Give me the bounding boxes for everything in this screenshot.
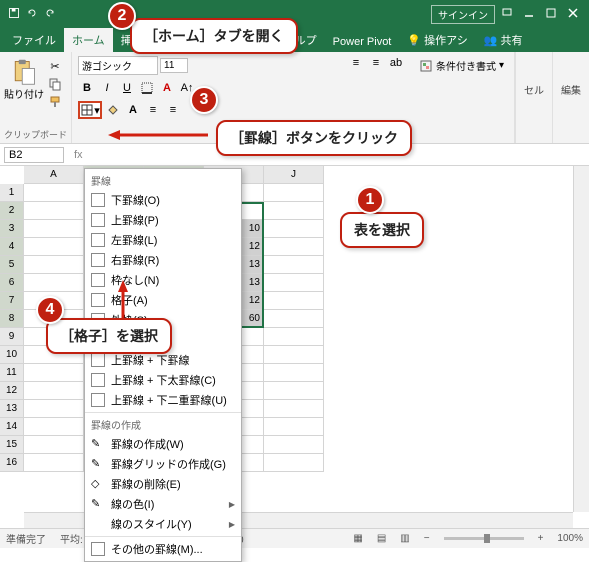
undo-icon[interactable] — [26, 7, 38, 22]
border-top-double-item[interactable]: 上罫線 + 下二重罫線(U) — [85, 390, 241, 410]
fill-color-button[interactable] — [104, 101, 122, 119]
badge-4: 4 — [36, 296, 64, 324]
callout-3: ［罫線］ボタンをクリック — [216, 120, 412, 156]
close-icon[interactable] — [567, 7, 579, 22]
tab-powerpivot[interactable]: Power Pivot — [325, 32, 400, 52]
callout-1: 表を選択 — [340, 212, 424, 248]
border-draw-grid-item[interactable]: ✎罫線グリッドの作成(G) — [85, 454, 241, 474]
row-headers[interactable]: 12345678910111213141516 — [0, 184, 24, 472]
status-ready: 準備完了 — [6, 531, 46, 546]
badge-1: 1 — [356, 186, 384, 214]
view-layout-icon[interactable]: ▤ — [377, 533, 386, 544]
border-erase-item[interactable]: ◇罫線の削除(E) — [85, 474, 241, 494]
cell-group[interactable]: セル — [515, 52, 552, 143]
font-name-select[interactable]: 游ゴシック — [78, 56, 158, 75]
tab-file[interactable]: ファイル — [4, 28, 64, 52]
border-button[interactable] — [138, 79, 156, 97]
border-top-item[interactable]: 上罫線(P) — [85, 210, 241, 230]
border-none-item[interactable]: 枠なし(N) — [85, 270, 241, 290]
tab-share[interactable]: 👥 共有 — [476, 28, 531, 52]
underline-button[interactable]: U — [118, 79, 136, 97]
wrap-text-icon[interactable]: ab — [387, 54, 405, 72]
clipboard-group-label: クリップボード — [4, 126, 67, 141]
zoom-in-icon[interactable]: + — [538, 533, 544, 544]
cut-icon[interactable]: ✂ — [46, 58, 64, 74]
edit-group[interactable]: 編集 — [552, 52, 589, 143]
border-more-item[interactable]: その他の罫線(M)... — [85, 539, 241, 559]
align-center-icon[interactable]: ≡ — [164, 101, 182, 119]
align-left-icon[interactable]: ≡ — [144, 101, 162, 119]
border-grid-item[interactable]: 格子(A) — [85, 290, 241, 310]
border-style-item[interactable]: 線のスタイル(Y)▶ — [85, 514, 241, 534]
tab-home[interactable]: ホーム — [64, 28, 113, 52]
tab-tellme[interactable]: 💡 操作アシ — [399, 28, 475, 52]
save-icon[interactable] — [8, 7, 20, 22]
format-painter-icon[interactable] — [46, 94, 64, 110]
dropdown-section-draw: 罫線の作成 — [85, 415, 241, 434]
callout-4: ［格子］を選択 — [46, 318, 172, 354]
badge-2: 2 — [108, 2, 136, 30]
dropdown-section-label: 罫線 — [85, 171, 241, 190]
minimize-icon[interactable] — [523, 7, 535, 22]
border-dropdown-button[interactable]: ▾ — [78, 101, 102, 119]
view-normal-icon[interactable]: ▦ — [353, 533, 362, 544]
vertical-scrollbar[interactable] — [573, 166, 589, 512]
conditional-format-button[interactable]: 条件付き書式▾ — [413, 54, 510, 77]
font-color-button-2[interactable]: A — [124, 101, 142, 119]
arrow-4 — [116, 280, 130, 320]
border-draw-item[interactable]: ✎罫線の作成(W) — [85, 434, 241, 454]
bold-button[interactable]: B — [78, 79, 96, 97]
badge-3: 3 — [190, 86, 218, 114]
paste-button[interactable]: 貼り付け — [4, 54, 44, 110]
align-top-icon[interactable]: ≡ — [347, 54, 365, 72]
callout-2: ［ホーム］タブを開く — [130, 18, 298, 54]
italic-button[interactable]: I — [98, 79, 116, 97]
zoom-slider[interactable] — [444, 537, 524, 540]
border-color-item[interactable]: ✎線の色(I)▶ — [85, 494, 241, 514]
zoom-out-icon[interactable]: − — [424, 533, 430, 544]
align-mid-icon[interactable]: ≡ — [367, 54, 385, 72]
zoom-level[interactable]: 100% — [557, 533, 583, 544]
signin-button[interactable]: サインイン — [431, 5, 495, 24]
name-box[interactable] — [4, 147, 64, 163]
border-left-item[interactable]: 左罫線(L) — [85, 230, 241, 250]
border-top-thick-item[interactable]: 上罫線 + 下太罫線(C) — [85, 370, 241, 390]
arrow-3 — [108, 128, 208, 142]
fx-icon[interactable]: fx — [68, 149, 89, 161]
redo-icon[interactable] — [44, 7, 56, 22]
border-bottom-item[interactable]: 下罫線(O) — [85, 190, 241, 210]
font-size-select[interactable]: 11 — [160, 58, 188, 73]
ribbon-options-icon[interactable] — [501, 7, 513, 22]
maximize-icon[interactable] — [545, 7, 557, 22]
border-dropdown-menu: 罫線 下罫線(O) 上罫線(P) 左罫線(L) 右罫線(R) 枠なし(N) 格子… — [84, 168, 242, 562]
view-pagebreak-icon[interactable]: ▥ — [400, 533, 409, 544]
copy-icon[interactable] — [46, 76, 64, 92]
border-right-item[interactable]: 右罫線(R) — [85, 250, 241, 270]
font-color-button[interactable]: A — [158, 79, 176, 97]
